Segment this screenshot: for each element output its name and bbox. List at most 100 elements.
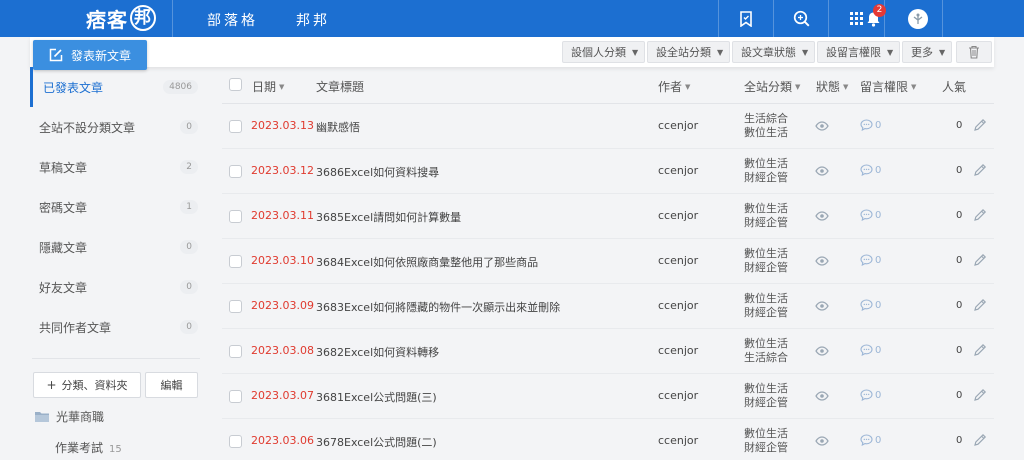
row-checkbox[interactable] bbox=[229, 300, 242, 313]
sidebar-item-label: 草稿文章 bbox=[39, 160, 88, 175]
article-author[interactable]: ccenjor bbox=[658, 119, 698, 132]
article-site-categories: 數位生活 財經企管 bbox=[744, 427, 788, 455]
subfolder-count: 15 bbox=[109, 444, 122, 455]
row-checkbox[interactable] bbox=[229, 345, 242, 358]
article-author[interactable]: ccenjor bbox=[658, 209, 698, 222]
delete-button[interactable] bbox=[956, 41, 992, 63]
set-comment-permission-dropdown[interactable]: 設留言權限 ▼ bbox=[817, 41, 901, 63]
select-all-checkbox[interactable] bbox=[229, 78, 242, 91]
sidebar-item-drafts[interactable]: 草稿文章 2 bbox=[30, 147, 200, 187]
comment-permission[interactable]: 0 bbox=[860, 254, 881, 266]
visibility-eye-icon[interactable] bbox=[815, 256, 829, 269]
edit-pencil-icon[interactable] bbox=[973, 118, 987, 135]
caret-down-icon: ▼ bbox=[717, 47, 724, 57]
sidebar-item-friends[interactable]: 好友文章 0 bbox=[30, 267, 200, 307]
table-row[interactable]: 2023.03.12 3686Excel如何資料搜尋 ccenjor 數位生活 財經企管… bbox=[222, 149, 994, 194]
article-title-link[interactable]: 3684Excel如何依照廠商彙整他用了那些商品 bbox=[316, 254, 538, 270]
comment-permission[interactable]: 0 bbox=[860, 344, 881, 356]
article-title-link[interactable]: 3682Excel如何資料轉移 bbox=[316, 344, 439, 360]
edit-pencil-icon[interactable] bbox=[973, 343, 987, 360]
nav-link-bangbang[interactable]: 邦邦 bbox=[296, 10, 330, 30]
search-button[interactable] bbox=[774, 0, 828, 37]
set-site-category-dropdown[interactable]: 設全站分類 ▼ bbox=[647, 41, 731, 63]
row-checkbox[interactable] bbox=[229, 255, 242, 268]
comment-permission[interactable]: 0 bbox=[860, 389, 881, 401]
row-checkbox[interactable] bbox=[229, 120, 242, 133]
article-date: 2023.03.06 bbox=[251, 434, 314, 447]
table-row[interactable]: 2023.03.10 3684Excel如何依照廠商彙整他用了那些商品 ccenjo… bbox=[222, 239, 994, 284]
edit-pencil-icon[interactable] bbox=[973, 298, 987, 315]
dropdown-label: 設個人分類 bbox=[571, 46, 626, 59]
edit-pencil-icon[interactable] bbox=[973, 208, 987, 225]
post-new-article-button[interactable]: 發表新文章 bbox=[33, 40, 147, 70]
row-checkbox[interactable] bbox=[229, 210, 242, 223]
article-title-link[interactable]: 3686Excel如何資料搜尋 bbox=[316, 164, 439, 180]
column-header-date[interactable]: 日期 ▼ bbox=[252, 78, 284, 95]
table-row[interactable]: 2023.03.09 3683Excel如何將隱藏的物件一次顯示出來並刪除 ccen… bbox=[222, 284, 994, 329]
column-header-author[interactable]: 作者 ▼ bbox=[658, 78, 690, 95]
add-category-folder-button[interactable]: + 分類、資料夾 bbox=[33, 372, 141, 398]
article-date: 2023.03.08 bbox=[251, 344, 314, 357]
subfolder-item[interactable]: 作業考試 15 bbox=[55, 439, 122, 456]
nav-link-blog[interactable]: 部落格 bbox=[207, 10, 258, 30]
article-author[interactable]: ccenjor bbox=[658, 344, 698, 357]
bookmark-button[interactable] bbox=[719, 0, 773, 37]
more-dropdown[interactable]: 更多 ▼ bbox=[902, 41, 953, 63]
row-checkbox[interactable] bbox=[229, 165, 242, 178]
set-article-status-dropdown[interactable]: 設文章狀態 ▼ bbox=[732, 41, 816, 63]
sidebar-item-coauthor[interactable]: 共同作者文章 0 bbox=[30, 307, 200, 347]
article-author[interactable]: ccenjor bbox=[658, 389, 698, 402]
comment-permission[interactable]: 0 bbox=[860, 119, 881, 131]
comment-permission[interactable]: 0 bbox=[860, 299, 881, 311]
edit-pencil-icon[interactable] bbox=[973, 433, 987, 450]
comment-permission[interactable]: 0 bbox=[860, 434, 881, 446]
edit-pencil-icon[interactable] bbox=[973, 163, 987, 180]
comment-permission[interactable]: 0 bbox=[860, 164, 881, 176]
sidebar-item-published[interactable]: 已發表文章 4806 bbox=[30, 67, 200, 107]
edit-pencil-icon[interactable] bbox=[973, 388, 987, 405]
table-row[interactable]: 2023.03.11 3685Excel請問如何計算數量 ccenjor 數位生活 財經… bbox=[222, 194, 994, 239]
edit-categories-button[interactable]: 編輯 bbox=[145, 372, 198, 398]
dropdown-label: 設文章狀態 bbox=[741, 46, 796, 59]
visibility-eye-icon[interactable] bbox=[815, 391, 829, 404]
table-row[interactable]: 2023.03.06 3678Excel公式問題(二) ccenjor 數位生活 財經企… bbox=[222, 419, 994, 460]
set-personal-category-dropdown[interactable]: 設個人分類 ▼ bbox=[562, 41, 646, 63]
table-row[interactable]: 2023.03.08 3682Excel如何資料轉移 ccenjor 數位生活 生活綜合… bbox=[222, 329, 994, 374]
visibility-eye-icon[interactable] bbox=[815, 121, 829, 134]
article-author[interactable]: ccenjor bbox=[658, 434, 698, 447]
table-row[interactable]: 2023.03.13 幽默感悟 ccenjor 生活綜合 數位生活 0 0 bbox=[222, 104, 994, 149]
visibility-eye-icon[interactable] bbox=[815, 301, 829, 314]
article-author[interactable]: ccenjor bbox=[658, 299, 698, 312]
article-author[interactable]: ccenjor bbox=[658, 254, 698, 267]
column-header-category[interactable]: 全站分類 ▼ bbox=[744, 78, 800, 95]
comment-icon bbox=[860, 254, 875, 266]
sidebar-item-hidden[interactable]: 隱藏文章 0 bbox=[30, 227, 200, 267]
article-title-link[interactable]: 3681Excel公式問題(三) bbox=[316, 389, 437, 405]
article-title-link[interactable]: 3678Excel公式問題(二) bbox=[316, 434, 437, 450]
top-navigation-bar: 痞客邦 部落格 邦邦 2 bbox=[0, 0, 1024, 37]
visibility-eye-icon[interactable] bbox=[815, 436, 829, 449]
visibility-eye-icon[interactable] bbox=[815, 166, 829, 179]
sidebar-item-uncategorized[interactable]: 全站不設分類文章 0 bbox=[30, 107, 200, 147]
visibility-eye-icon[interactable] bbox=[815, 211, 829, 224]
caret-down-icon: ▼ bbox=[279, 83, 285, 91]
table-row[interactable]: 2023.03.07 3681Excel公式問題(三) ccenjor 數位生活 財經企… bbox=[222, 374, 994, 419]
visibility-eye-icon[interactable] bbox=[815, 346, 829, 359]
edit-pencil-icon[interactable] bbox=[973, 253, 987, 270]
article-author[interactable]: ccenjor bbox=[658, 164, 698, 177]
comment-count: 0 bbox=[875, 254, 882, 266]
column-header-comment-permission[interactable]: 留言權限 ▼ bbox=[860, 78, 916, 95]
column-header-status[interactable]: 狀態 ▼ bbox=[816, 78, 848, 95]
row-checkbox[interactable] bbox=[229, 435, 242, 448]
sidebar-item-label: 共同作者文章 bbox=[39, 320, 112, 335]
article-title-link[interactable]: 3683Excel如何將隱藏的物件一次顯示出來並刪除 bbox=[316, 299, 560, 315]
article-title-link[interactable]: 3685Excel請問如何計算數量 bbox=[316, 209, 461, 225]
view-count: 0 bbox=[956, 435, 963, 446]
article-title-link[interactable]: 幽默感悟 bbox=[316, 119, 360, 135]
row-checkbox[interactable] bbox=[229, 390, 242, 403]
sidebar-item-password[interactable]: 密碼文章 1 bbox=[30, 187, 200, 227]
folder-item[interactable]: 光華商職 bbox=[34, 408, 104, 425]
comment-permission[interactable]: 0 bbox=[860, 209, 881, 221]
site-logo[interactable]: 痞客邦 bbox=[86, 4, 156, 32]
profile-button[interactable] bbox=[891, 0, 945, 37]
